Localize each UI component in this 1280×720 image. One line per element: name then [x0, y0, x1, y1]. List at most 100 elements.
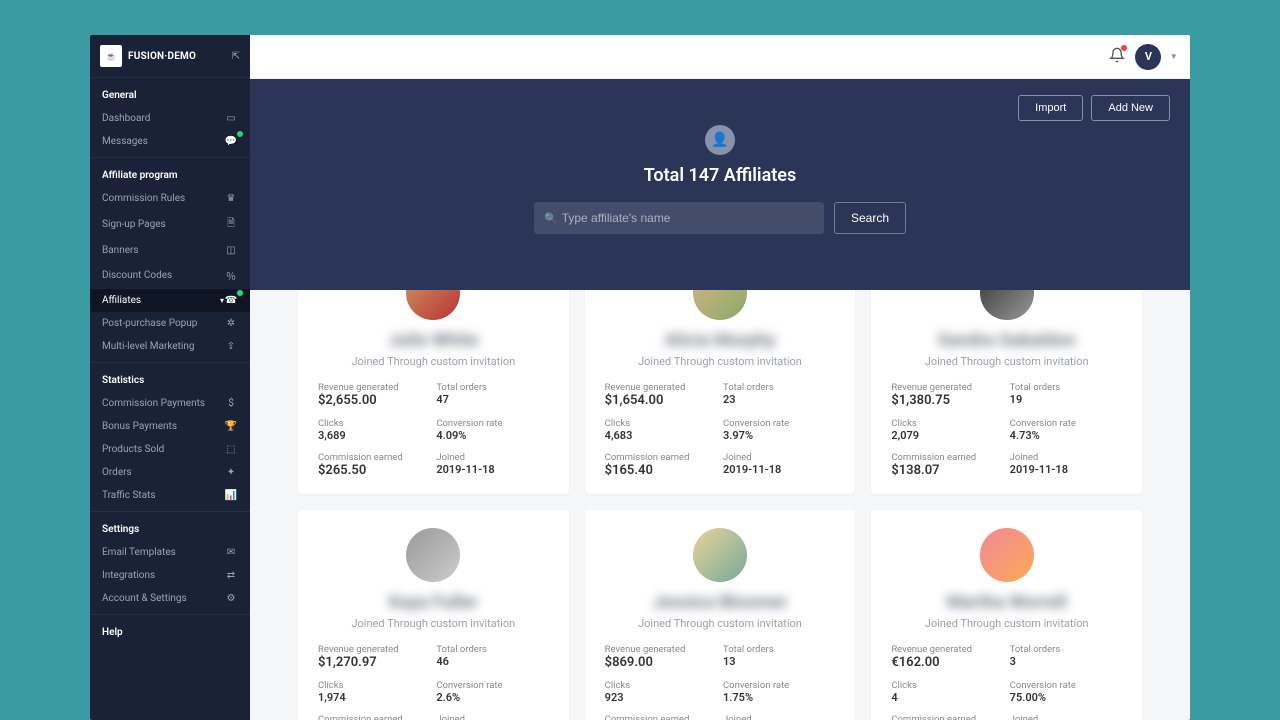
sidebar-item-orders[interactable]: Orders✦ [90, 461, 250, 484]
sidebar-item-icon: ％ [224, 268, 238, 283]
affiliate-name: Jessica Bloomer [605, 592, 836, 613]
stat-label: Clicks [891, 680, 1003, 691]
affiliate-avatar [980, 528, 1034, 582]
hero: Import Add New 👤 Total 147 Affiliates 🔍 … [250, 79, 1190, 290]
search-input[interactable] [558, 202, 814, 234]
affiliate-card[interactable]: Martha Worrell Joined Through custom inv… [871, 510, 1142, 720]
page-title: Total 147 Affiliates [644, 165, 797, 186]
sidebar-item-commission-payments[interactable]: Commission Payments$ [90, 392, 250, 415]
sidebar-item-affiliates[interactable]: Affiliates▾☎ [90, 289, 250, 312]
sidebar-item-messages[interactable]: Messages💬 [90, 130, 250, 153]
stat-value-conversion: 3.97% [723, 429, 835, 442]
stat-label: Joined [1010, 452, 1122, 463]
sidebar-item-icon: ⇄ [224, 570, 238, 581]
sidebar-item-multi-level-marketing[interactable]: Multi-level Marketing⇪ [90, 335, 250, 358]
stat-label: Commission earned [318, 452, 430, 463]
stat-value-joined: 2019-11-18 [723, 463, 835, 476]
stat-label: Commission earned [891, 714, 1003, 720]
brand-logo-icon: ☕ [100, 45, 122, 67]
affiliate-joined-via: Joined Through custom invitation [318, 617, 549, 630]
sidebar-item-discount-codes[interactable]: Discount Codes％ [90, 262, 250, 289]
sidebar-item-icon: ☎ [224, 295, 238, 306]
affiliate-joined-via: Joined Through custom invitation [891, 355, 1122, 368]
stat-value-revenue: $1,654.00 [605, 393, 717, 408]
sidebar-item-sign-up-pages[interactable]: Sign-up Pages🗎 [90, 210, 250, 239]
sidebar-item-integrations[interactable]: Integrations⇄ [90, 564, 250, 587]
affiliate-name: Sandra Gabaldon [891, 330, 1122, 351]
stat-value-clicks: 923 [605, 691, 717, 704]
sidebar-item-icon: ✦ [224, 467, 238, 478]
sidebar-item-icon: 🗎 [224, 216, 238, 233]
sidebar-item-label: Multi-level Marketing [102, 341, 224, 352]
stat-label: Commission earned [605, 714, 717, 720]
stat-label: Revenue generated [891, 382, 1003, 393]
stat-label: Conversion rate [436, 680, 548, 691]
stat-value-revenue: $2,655.00 [318, 393, 430, 408]
affiliate-card[interactable]: Kaya Fuller Joined Through custom invita… [298, 510, 569, 720]
affiliate-card[interactable]: Jessica Bloomer Joined Through custom in… [585, 510, 856, 720]
stat-value-commission: $265.50 [318, 463, 430, 478]
sidebar-item-icon: $ [224, 398, 238, 409]
sidebar: ☕ FUSION·DEMO ⇱ GeneralDashboard▭Message… [90, 35, 250, 720]
stat-value-orders: 47 [436, 393, 548, 406]
affiliate-name: Julie White [318, 330, 549, 351]
affiliates-hero-icon: 👤 [705, 125, 735, 155]
stat-label: Commission earned [891, 452, 1003, 463]
sidebar-item-label: Account & Settings [102, 593, 224, 604]
sidebar-item-account-settings[interactable]: Account & Settings⚙ [90, 587, 250, 610]
stat-label: Total orders [436, 382, 548, 393]
stat-value-clicks: 2,079 [891, 429, 1003, 442]
sidebar-section-title: Statistics [90, 371, 250, 392]
stat-label: Clicks [891, 418, 1003, 429]
stat-value-revenue: $1,270.97 [318, 655, 430, 670]
sidebar-item-icon: 📊 [224, 490, 238, 501]
stat-label: Revenue generated [318, 382, 430, 393]
affiliate-name: Kaya Fuller [318, 592, 549, 613]
notifications-bell-icon[interactable] [1109, 47, 1125, 67]
stat-label: Clicks [605, 418, 717, 429]
sidebar-section-title: Help [90, 623, 250, 644]
search-button[interactable]: Search [834, 202, 906, 234]
stat-label: Joined [723, 452, 835, 463]
sidebar-item-email-templates[interactable]: Email Templates✉ [90, 541, 250, 564]
sidebar-item-commission-rules[interactable]: Commission Rules♛ [90, 187, 250, 210]
notification-dot [1121, 45, 1127, 51]
stat-label: Total orders [1010, 382, 1122, 393]
sidebar-item-icon: ✲ [224, 318, 238, 329]
sidebar-item-label: Integrations [102, 570, 224, 581]
stat-value-conversion: 1.75% [723, 691, 835, 704]
add-new-button[interactable]: Add New [1091, 95, 1170, 121]
search-box[interactable]: 🔍 [534, 202, 824, 234]
sidebar-item-icon: 💬 [224, 136, 238, 147]
user-menu-caret-icon[interactable]: ▾ [1171, 52, 1176, 62]
affiliate-joined-via: Joined Through custom invitation [605, 355, 836, 368]
brand-name: FUSION·DEMO [128, 51, 196, 62]
sidebar-item-label: Orders [102, 467, 224, 478]
stat-label: Commission earned [605, 452, 717, 463]
sidebar-item-label: Products Sold [102, 444, 224, 455]
affiliate-joined-via: Joined Through custom invitation [605, 617, 836, 630]
sidebar-badge [236, 289, 244, 297]
sidebar-badge [236, 130, 244, 138]
stat-label: Joined [723, 714, 835, 720]
stat-label: Total orders [436, 644, 548, 655]
stat-label: Revenue generated [605, 382, 717, 393]
sidebar-item-traffic-stats[interactable]: Traffic Stats📊 [90, 484, 250, 507]
affiliate-joined-via: Joined Through custom invitation [318, 355, 549, 368]
sidebar-item-products-sold[interactable]: Products Sold⬚ [90, 438, 250, 461]
main: V ▾ Import Add New 👤 Total 147 Affiliate… [250, 35, 1190, 720]
stat-value-conversion: 4.73% [1010, 429, 1122, 442]
user-avatar[interactable]: V [1135, 44, 1161, 70]
sidebar-item-bonus-payments[interactable]: Bonus Payments🏆 [90, 415, 250, 438]
stat-value-orders: 46 [436, 655, 548, 668]
brand[interactable]: ☕ FUSION·DEMO ⇱ [90, 35, 250, 77]
sidebar-item-banners[interactable]: Banners◫ [90, 239, 250, 262]
stat-label: Conversion rate [723, 418, 835, 429]
sidebar-item-label: Affiliates [102, 295, 218, 306]
pin-icon[interactable]: ⇱ [232, 51, 240, 62]
stat-label: Conversion rate [1010, 418, 1122, 429]
stat-label: Commission earned [318, 714, 430, 720]
import-button[interactable]: Import [1018, 95, 1083, 121]
sidebar-item-post-purchase-popup[interactable]: Post-purchase Popup✲ [90, 312, 250, 335]
sidebar-item-dashboard[interactable]: Dashboard▭ [90, 107, 250, 130]
